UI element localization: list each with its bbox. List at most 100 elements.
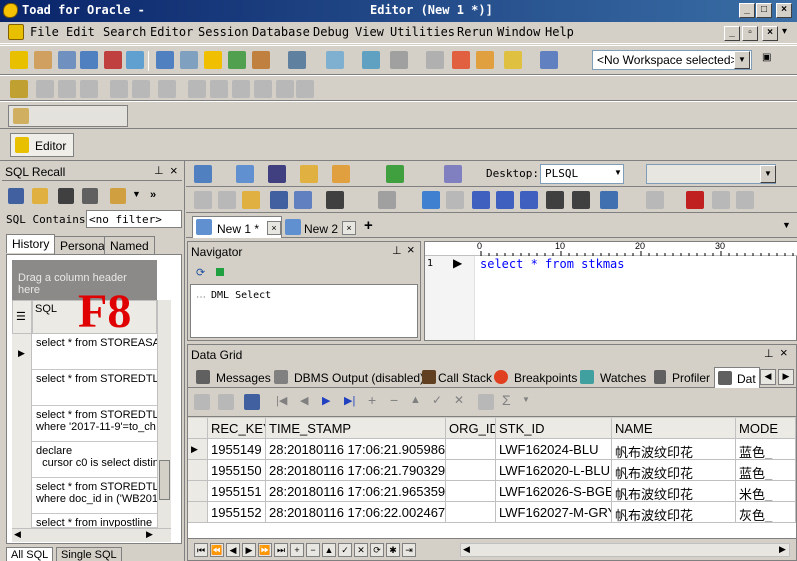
tab-all-sql[interactable]: All SQL (6, 547, 54, 561)
tab-scroll-right-icon[interactable]: ▶ (778, 369, 794, 385)
delete-record-icon[interactable]: − (390, 392, 398, 408)
schema-browser-icon[interactable] (34, 51, 52, 69)
nav-goto-icon[interactable]: ⇥ (402, 543, 416, 557)
grid-cell[interactable] (446, 460, 496, 481)
comment-icon[interactable] (600, 191, 618, 209)
nav-refresh-icon[interactable]: ⟳ (370, 543, 384, 557)
grid-cell[interactable]: 28:20180116 17:06:21.965359 (266, 481, 446, 502)
post-record-icon[interactable]: ✓ (432, 393, 442, 407)
tab-call-stack[interactable]: Call Stack (438, 371, 492, 385)
maximize-icon[interactable]: □ (756, 3, 772, 18)
nav-prev-page-icon[interactable]: ⏪ (210, 543, 224, 557)
tab-close-icon[interactable]: × (267, 221, 281, 235)
uppercase-icon[interactable] (472, 191, 490, 209)
first-record-icon[interactable]: |◀ (276, 394, 287, 407)
menu-overflow-icon[interactable]: ▾ (782, 26, 787, 37)
pin-icon[interactable]: ⊥ (392, 244, 402, 257)
current-row-indicator-icon[interactable]: ▶ (188, 439, 208, 460)
nav-last-icon[interactable]: ⏭ (274, 543, 288, 557)
scroll-left-icon[interactable]: ◀ (463, 544, 470, 555)
sql-recall-icon[interactable] (104, 51, 122, 69)
tab-editor[interactable]: Editor (10, 133, 74, 157)
tab-profiler[interactable]: Profiler (672, 371, 710, 385)
next-record-icon[interactable]: ▶ (322, 394, 330, 407)
tab-scroll-left-icon[interactable]: ◀ (760, 369, 776, 385)
clear-icon[interactable] (268, 165, 286, 183)
child-close-icon[interactable]: × (762, 26, 778, 41)
custom-toolbar-icon[interactable] (13, 108, 29, 124)
column-header[interactable]: STK_ID (496, 418, 612, 439)
tab-watches[interactable]: Watches (600, 371, 646, 385)
history-scrollbar[interactable] (157, 300, 171, 528)
history-row[interactable]: select * from STOREDTL where '2017-11-9'=… (32, 406, 157, 442)
grid-cell[interactable]: 1955152 (208, 502, 266, 523)
compare-icon[interactable] (326, 51, 344, 69)
replace-icon[interactable] (378, 191, 396, 209)
sql-modeler-icon[interactable] (80, 51, 98, 69)
scroll-right-icon[interactable]: ▶ (146, 529, 153, 540)
grid-cell[interactable]: 帆布波纹印花 (612, 460, 736, 481)
format-icon[interactable] (294, 191, 312, 209)
execute-icon[interactable] (386, 165, 404, 183)
menu-edit[interactable]: Edit (66, 25, 95, 39)
panel-close-icon[interactable]: × (407, 242, 415, 257)
grid-cell[interactable]: 1955151 (208, 481, 266, 502)
secondary-select[interactable] (646, 164, 776, 184)
tab-data[interactable]: Dat (714, 367, 760, 388)
plsql-icon[interactable] (236, 165, 254, 183)
grid-cell[interactable] (446, 502, 496, 523)
tab-named[interactable]: Named (104, 236, 155, 255)
tab-single-sql[interactable]: Single SQL (56, 547, 122, 561)
grid-cell[interactable]: 帆布波纹印花 (612, 481, 736, 502)
paste-icon[interactable] (242, 191, 260, 209)
tab-dbms-output[interactable]: DBMS Output (disabled) (294, 371, 424, 385)
workspace-dropdown-icon[interactable]: ▼ (734, 51, 750, 69)
column-header[interactable]: MODE (736, 418, 796, 439)
workspace-select[interactable]: <No Workspace selected> (592, 50, 752, 70)
grid-cell[interactable]: LWF162024-BLU (496, 439, 612, 460)
nav-prev-icon[interactable]: ◀ (226, 543, 240, 557)
panel-close-icon[interactable]: × (780, 345, 788, 360)
nav-bookmark-icon[interactable]: ✱ (386, 543, 400, 557)
grid-cell[interactable]: 28:20180116 17:06:21.905986 (266, 439, 446, 460)
nav-insert-icon[interactable]: + (290, 543, 304, 557)
breakpoint-icon[interactable] (686, 191, 704, 209)
cancel-record-icon[interactable]: ✕ (454, 393, 464, 407)
column-header[interactable]: ORG_ID (446, 418, 496, 439)
menu-rerun[interactable]: Rerun (457, 25, 493, 39)
nav-first-icon[interactable]: ⏮ (194, 543, 208, 557)
connection-icon[interactable] (252, 51, 270, 69)
menu-debug[interactable]: Debug (313, 25, 349, 39)
grid-cell[interactable] (446, 481, 496, 502)
dropdown-icon[interactable]: ▼ (132, 189, 141, 199)
filter-icon[interactable] (216, 268, 224, 276)
tab-close-icon[interactable]: × (342, 221, 356, 235)
refresh-icon[interactable]: ⟳ (196, 266, 205, 279)
tab-history[interactable]: History (6, 234, 56, 253)
history-row[interactable]: select * from STOREASAT (32, 334, 157, 370)
tab-list-icon[interactable]: ▼ (782, 220, 791, 230)
nav-post-icon[interactable]: ✓ (338, 543, 352, 557)
child-minimize-icon[interactable]: _ (724, 26, 740, 41)
secondary-dropdown-icon[interactable]: ▼ (760, 165, 776, 183)
plsql-icon[interactable] (390, 51, 408, 69)
column-header[interactable]: NAME (612, 418, 736, 439)
grid-cell[interactable]: 蓝色_ (736, 460, 796, 481)
column-header[interactable]: REC_KEY (208, 418, 266, 439)
pin-icon[interactable]: ⊥ (154, 164, 164, 177)
overflow-icon[interactable]: » (150, 189, 156, 201)
column-header[interactable]: TIME_STAMP (266, 418, 446, 439)
grid-icon[interactable] (58, 188, 74, 204)
rollback-icon[interactable] (476, 51, 494, 69)
row-indicator[interactable] (188, 460, 208, 481)
editor-icon[interactable] (10, 51, 28, 69)
wizard-icon[interactable] (10, 80, 28, 98)
grid-settings-icon[interactable] (244, 394, 260, 410)
folder-icon[interactable] (32, 188, 48, 204)
tab-breakpoints[interactable]: Breakpoints (514, 371, 577, 385)
grid-cell[interactable]: 28:20180116 17:06:22.002467 (266, 502, 446, 523)
menu-window[interactable]: Window (497, 25, 540, 39)
nav-next-icon[interactable]: ▶ (242, 543, 256, 557)
project-manager-icon[interactable] (58, 51, 76, 69)
nav-next-page-icon[interactable]: ⏩ (258, 543, 272, 557)
